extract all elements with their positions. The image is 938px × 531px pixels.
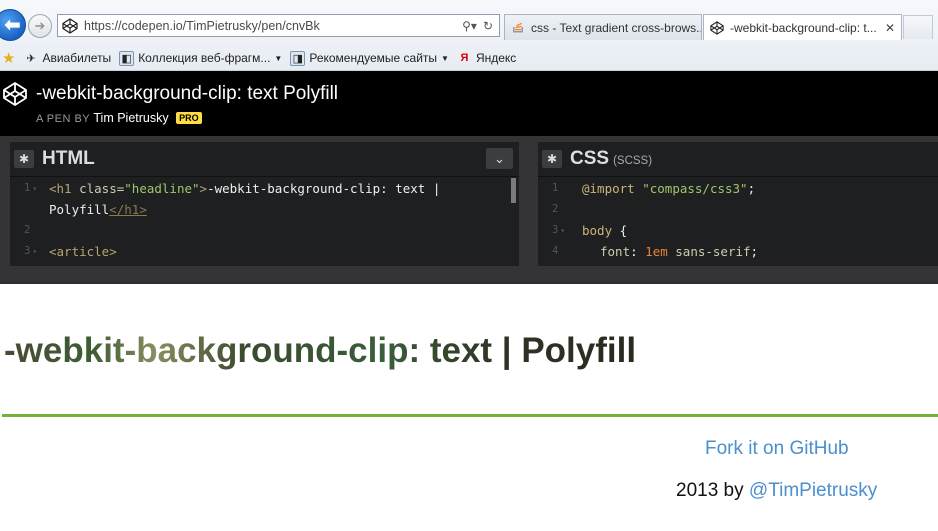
preview-headline: -webkit-background-clip: text | Polyfill xyxy=(4,331,637,370)
search-icon[interactable]: ⚲▾ xyxy=(462,19,477,33)
css-code[interactable]: 1 @import "compass/css3"; 2 3 ▾ body { 4 … xyxy=(538,178,938,262)
close-tab-icon[interactable]: ✕ xyxy=(881,21,895,35)
code-line: 1 @import "compass/css3"; xyxy=(538,178,938,199)
html-editor[interactable]: ✱ HTML ⌄ 1 ▾ <h1 class="headline">-webkit… xyxy=(10,142,519,266)
css-preprocessor-label: (SCSS) xyxy=(613,155,653,167)
editor-scrollbar[interactable] xyxy=(511,178,516,203)
address-bar[interactable]: https://codepen.io/TimPietrusky/pen/cnvB… xyxy=(57,14,500,37)
new-tab-button[interactable] xyxy=(903,15,933,39)
credit-line: 2013 by @TimPietrusky xyxy=(676,480,877,502)
settings-gear-icon[interactable]: ✱ xyxy=(542,150,562,168)
line-number: 1 xyxy=(552,182,559,194)
chevron-down-icon[interactable]: ▼ xyxy=(274,54,282,63)
html-code[interactable]: 1 ▾ <h1 class="headline">-webkit-backgrou… xyxy=(10,178,519,262)
twitter-handle-link[interactable]: @TimPietrusky xyxy=(749,480,877,501)
divider xyxy=(2,414,938,417)
refresh-icon[interactable]: ↻ xyxy=(483,19,493,33)
pen-byline: A PEN BY Tim Pietrusky PRO xyxy=(36,111,202,125)
pro-badge: PRO xyxy=(176,112,202,124)
settings-gear-icon[interactable]: ✱ xyxy=(14,150,34,168)
by-prefix: A PEN BY xyxy=(36,113,91,125)
line-number: 3 ▾ xyxy=(552,224,566,236)
forward-button[interactable]: ➜ xyxy=(28,14,52,38)
html-editor-title: HTML xyxy=(42,148,95,169)
code-line: 4 font: 1em sans-serif; xyxy=(538,241,938,262)
code-line: 2 xyxy=(538,199,938,220)
line-number: 2 xyxy=(552,203,559,215)
tab-label: -webkit-background-clip: t... xyxy=(730,20,877,35)
yandex-icon: Я xyxy=(460,52,469,64)
favorite-label: Рекомендуемые сайты xyxy=(309,51,438,65)
arrow-left-icon: ⬅ xyxy=(4,14,21,36)
favorite-yandex[interactable]: Я Яндекс xyxy=(457,51,517,66)
fork-on-github-link[interactable]: Fork it on GitHub xyxy=(705,438,849,460)
line-number: 1 ▾ xyxy=(24,182,38,194)
code-line: 3 ▾ body { xyxy=(538,220,938,241)
credit-prefix: 2013 by xyxy=(676,480,749,501)
line-number: 3 ▾ xyxy=(24,245,38,257)
css-editor-title: CSS (SCSS) xyxy=(570,148,653,169)
favorites-bar: ★ ✈ Авиабилеты ◧ Коллекция веб-фрагм... … xyxy=(0,46,938,70)
code-line: 2 xyxy=(10,220,519,241)
code-line: 1 ▾ <h1 class="headline">-webkit-backgrou… xyxy=(10,178,519,199)
tab-stackoverflow[interactable]: css - Text gradient cross-brows... xyxy=(504,14,702,40)
code-line: 3 ▾ <article> xyxy=(10,241,519,262)
chevron-down-icon[interactable]: ⌄ xyxy=(486,148,513,169)
favorites-star-icon[interactable]: ★ xyxy=(2,49,15,67)
codepen-favicon-icon xyxy=(710,20,724,35)
line-number: 4 xyxy=(552,245,559,257)
web-slice-icon: ◧ xyxy=(119,50,135,66)
codepen-favicon-icon xyxy=(62,17,78,34)
airplane-icon: ✈ xyxy=(26,52,36,65)
tab-codepen-active[interactable]: -webkit-background-clip: t... ✕ xyxy=(703,14,902,40)
favorite-label: Яндекс xyxy=(475,51,517,65)
favorite-web-slices[interactable]: ◧ Коллекция веб-фрагм... ▼ xyxy=(119,50,282,66)
arrow-right-icon: ➜ xyxy=(34,18,46,33)
html-editor-header: ✱ HTML ⌄ xyxy=(10,142,519,177)
favorite-label: Коллекция веб-фрагм... xyxy=(138,51,271,65)
css-editor-header: ✱ CSS (SCSS) xyxy=(538,142,938,177)
author-link[interactable]: Tim Pietrusky xyxy=(93,111,168,125)
code-line: Polyfill</h1> xyxy=(49,202,147,217)
codepen-logo-icon[interactable] xyxy=(2,81,28,107)
favorite-label: Авиабилеты xyxy=(42,51,112,65)
favorite-aviabilety[interactable]: ✈ Авиабилеты xyxy=(23,51,111,66)
tab-label: css - Text gradient cross-brows... xyxy=(531,20,702,35)
favorite-suggested-sites[interactable]: ◨ Рекомендуемые сайты ▼ xyxy=(290,50,449,66)
css-editor[interactable]: ✱ CSS (SCSS) 1 @import "compass/css3"; 2 … xyxy=(538,142,938,266)
stackoverflow-favicon-icon xyxy=(513,22,523,32)
line-number: 2 xyxy=(24,224,31,236)
suggested-sites-icon: ◨ xyxy=(290,50,306,66)
url-text[interactable]: https://codepen.io/TimPietrusky/pen/cnvB… xyxy=(84,19,462,33)
chevron-down-icon[interactable]: ▼ xyxy=(441,54,449,63)
pen-title: -webkit-background-clip: text Polyfill xyxy=(36,83,339,104)
